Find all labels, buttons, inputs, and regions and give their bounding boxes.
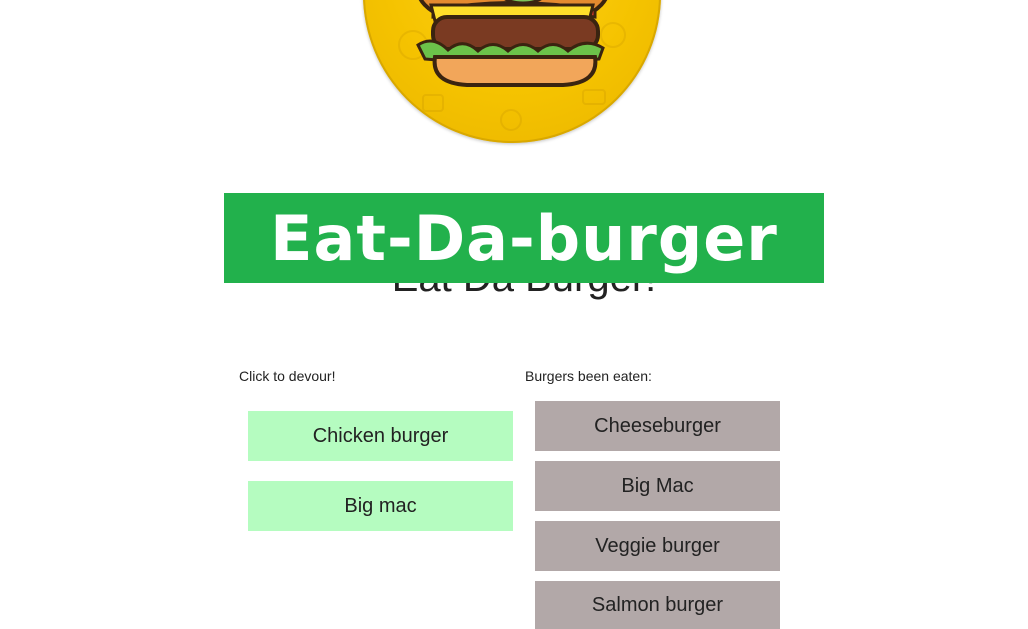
eaten-item-salmon-burger[interactable]: Salmon burger xyxy=(535,581,780,629)
banner-title: Eat-Da-burger xyxy=(270,202,778,275)
devour-label: Click to devour! xyxy=(239,368,336,384)
burger-logo xyxy=(363,0,661,143)
eaten-item-cheeseburger[interactable]: Cheeseburger xyxy=(535,401,780,451)
banner: Eat-Da-burger xyxy=(224,193,824,283)
devour-button-chicken-burger[interactable]: Chicken burger xyxy=(248,411,513,461)
eaten-item-big-mac[interactable]: Big Mac xyxy=(535,461,780,511)
burger-icon xyxy=(398,0,626,131)
page: Eat-Da-burger Eat Da Burger! Click to de… xyxy=(0,0,1028,629)
eaten-label: Burgers been eaten: xyxy=(525,368,652,384)
eaten-item-veggie-burger[interactable]: Veggie burger xyxy=(535,521,780,571)
devour-button-big-mac[interactable]: Big mac xyxy=(248,481,513,531)
